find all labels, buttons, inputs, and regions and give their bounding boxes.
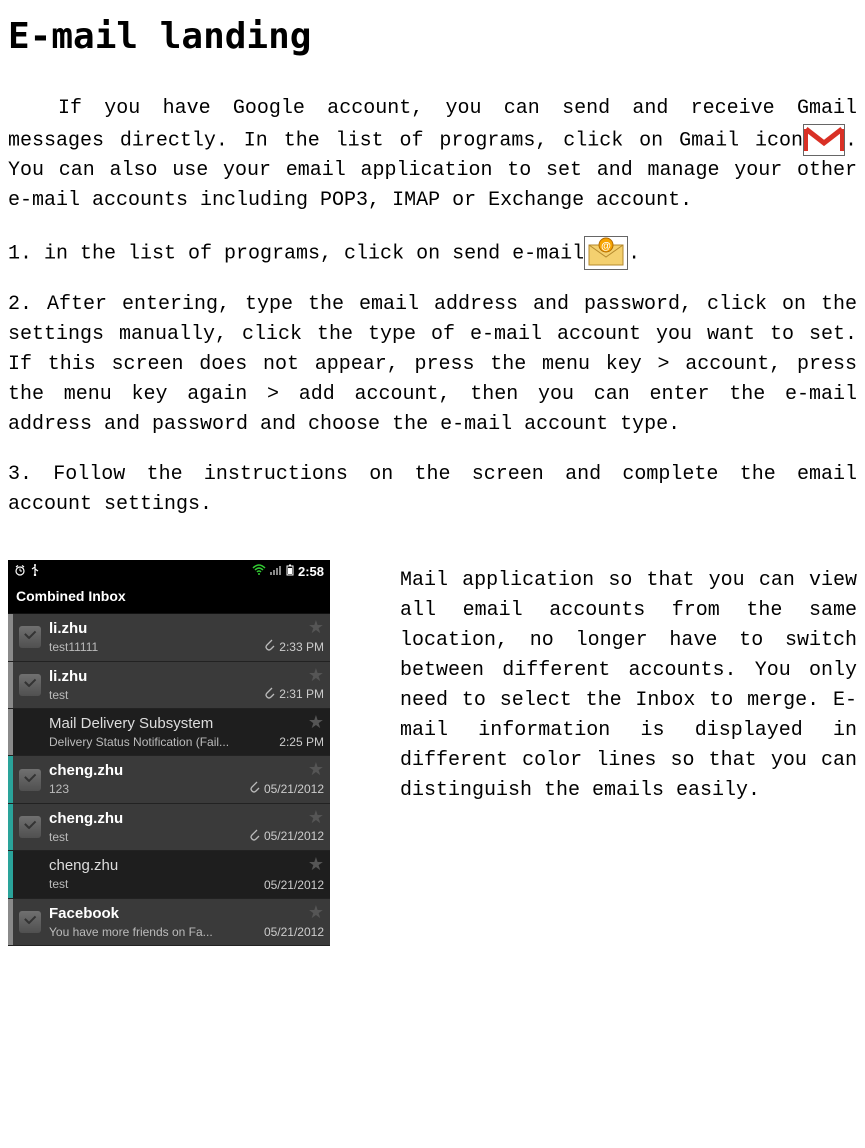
mail-meta: ★ 05/21/2012 (248, 851, 330, 897)
subject: 123 (49, 782, 244, 796)
checkbox-column (13, 662, 47, 708)
select-checkbox[interactable] (19, 816, 41, 838)
sender: li.zhu (49, 620, 244, 638)
time-label: 2:33 PM (279, 638, 324, 656)
time-row: 05/21/2012 (248, 827, 324, 847)
status-time: 2:58 (298, 562, 324, 582)
intro-paragraph: If you have Google account, you can send… (8, 94, 857, 216)
subject: You have more friends on Fa... (49, 925, 244, 939)
steps-list: 1. in the list of programs, click on sen… (8, 236, 857, 520)
time-label: 05/21/2012 (264, 923, 324, 941)
star-icon[interactable]: ★ (308, 760, 324, 778)
step-1-text-b: . (628, 243, 640, 266)
star-icon[interactable]: ★ (308, 713, 324, 731)
checkbox-column (13, 756, 47, 802)
mail-meta: ★ 2:25 PM (248, 709, 330, 755)
time-row: 05/21/2012 (248, 779, 324, 799)
checkbox-column (13, 804, 47, 850)
mail-item[interactable]: Facebook You have more friends on Fa... ★ 0… (8, 899, 330, 946)
time-label: 05/21/2012 (264, 876, 324, 894)
time-row: 2:31 PM (263, 685, 324, 705)
signal-icon (270, 562, 282, 582)
phone-screenshot: 2:58 Combined Inbox li.zhu test11111 ★ 2:33… (8, 560, 330, 946)
step-2: 2. After entering, type the email addres… (8, 290, 857, 440)
mail-meta: ★ 2:33 PM (248, 614, 330, 660)
gmail-icon (803, 124, 845, 156)
subject: test (49, 688, 244, 702)
mail-body: li.zhu test (47, 662, 248, 708)
select-checkbox[interactable] (19, 911, 41, 933)
mail-body: cheng.zhu test (47, 804, 248, 850)
time-row: 2:25 PM (279, 733, 324, 751)
mail-meta: ★ 05/21/2012 (248, 899, 330, 945)
mail-meta: ★2:31 PM (248, 662, 330, 708)
star-icon[interactable]: ★ (308, 666, 324, 684)
subject: test11111 (49, 640, 244, 654)
time-row: 2:33 PM (263, 637, 324, 657)
battery-icon (286, 562, 294, 582)
mail-list: li.zhutest11111★2:33 PMli.zhutest★2:31 P… (8, 614, 330, 946)
sender: cheng.zhu (49, 810, 244, 828)
inbox-header: Combined Inbox (8, 582, 330, 614)
mail-body: li.zhu test11111 (47, 614, 248, 660)
time-label: 2:31 PM (279, 685, 324, 703)
star-icon[interactable]: ★ (308, 855, 324, 873)
status-bar: 2:58 (8, 560, 330, 582)
select-checkbox[interactable] (19, 626, 41, 648)
time-label: 2:25 PM (279, 733, 324, 751)
mail-body: cheng.zhu test (47, 851, 248, 897)
attachment-icon (263, 685, 275, 705)
star-icon[interactable]: ★ (308, 808, 324, 826)
email-icon: @ (584, 236, 628, 270)
step-1: 1. in the list of programs, click on sen… (8, 236, 857, 270)
mail-body: Mail Delivery Subsystem Delivery Status N… (47, 709, 248, 755)
intro-text-1: If you have Google account, you can send… (8, 97, 857, 152)
mail-item[interactable]: cheng.zhu test ★ 05/21/2012 (8, 851, 330, 898)
attachment-icon (248, 827, 260, 847)
sender: li.zhu (49, 668, 244, 686)
star-icon[interactable]: ★ (308, 903, 324, 921)
alarm-icon (14, 562, 26, 582)
mail-meta: ★05/21/2012 (248, 804, 330, 850)
sender: cheng.zhu (49, 762, 244, 780)
side-description: Mail application so that you can view al… (400, 560, 857, 806)
checkbox-column (13, 851, 47, 897)
step-1-text-a: 1. in the list of programs, click on sen… (8, 243, 584, 266)
sender: Mail Delivery Subsystem (49, 715, 244, 733)
attachment-icon (248, 779, 260, 799)
sender: Facebook (49, 905, 244, 923)
select-checkbox[interactable] (19, 769, 41, 791)
mail-item[interactable]: li.zhu test11111 ★ 2:33 PM (8, 614, 330, 661)
mail-body: Facebook You have more friends on Fa... (47, 899, 248, 945)
page-title: E-mail landing (8, 10, 857, 64)
mail-item[interactable]: Mail Delivery Subsystem Delivery Status N… (8, 709, 330, 756)
star-icon[interactable]: ★ (308, 618, 324, 636)
svg-text:@: @ (601, 241, 611, 252)
mail-item[interactable]: cheng.zhu 123 ★ 05/21/2012 (8, 756, 330, 803)
mail-item[interactable]: li.zhu test ★2:31 PM (8, 662, 330, 709)
sender: cheng.zhu (49, 857, 244, 875)
usb-icon (30, 562, 40, 582)
checkbox-column (13, 899, 47, 945)
checkbox-column (13, 614, 47, 660)
mail-item[interactable]: cheng.zhu test ★05/21/2012 (8, 804, 330, 851)
wifi-icon (252, 562, 266, 582)
subject: test (49, 877, 244, 891)
time-row: 05/21/2012 (264, 876, 324, 894)
time-label: 05/21/2012 (264, 780, 324, 798)
select-checkbox[interactable] (19, 674, 41, 696)
subject: test (49, 830, 244, 844)
step-3: 3. Follow the instructions on the screen… (8, 460, 857, 520)
attachment-icon (263, 637, 275, 657)
time-row: 05/21/2012 (264, 923, 324, 941)
time-label: 05/21/2012 (264, 827, 324, 845)
mail-meta: ★ 05/21/2012 (248, 756, 330, 802)
mail-body: cheng.zhu 123 (47, 756, 248, 802)
subject: Delivery Status Notification (Fail... (49, 735, 244, 749)
checkbox-column (13, 709, 47, 755)
